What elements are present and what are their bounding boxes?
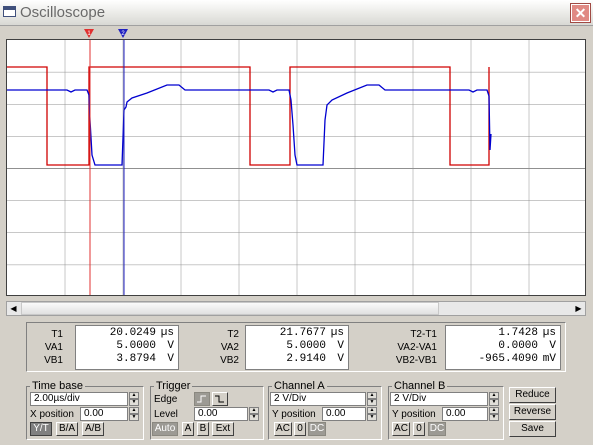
channel-b-ac-button[interactable]: AC <box>392 422 410 436</box>
xpos-label: X position <box>30 409 74 420</box>
va1-unit: V <box>167 340 174 352</box>
yt-mode-button[interactable]: Y/T <box>30 422 52 436</box>
vb2-unit: V <box>337 353 344 365</box>
cursor-t2-handle[interactable]: 2 <box>118 29 128 39</box>
vb-diff-value: -965.4090 <box>478 353 538 365</box>
reverse-button[interactable]: Reverse <box>509 404 556 420</box>
trigger-group: Trigger Edge Level 0.00 ▲ ▼ Auto A B Ext <box>150 380 264 440</box>
va-diff-unit: V <box>549 340 556 352</box>
channel-a-ypos-spinner[interactable]: ▲ ▼ <box>367 407 377 421</box>
trigger-auto-button[interactable]: Auto <box>152 422 178 436</box>
channel-b-ypos-field[interactable]: 0.00 <box>442 407 488 421</box>
t1-time-unit: µs <box>160 327 174 339</box>
edge-label: Edge <box>154 394 178 405</box>
xpos-spinner[interactable]: ▲ ▼ <box>129 407 139 421</box>
trigger-b-button[interactable]: B <box>197 422 209 436</box>
diff-time-unit: µs <box>542 327 556 339</box>
diff-time: 1.7428 <box>498 327 538 339</box>
diff-label: T2-T1 <box>410 329 437 340</box>
va1-label: VA1 <box>44 342 63 353</box>
trigger-ext-button[interactable]: Ext <box>212 422 234 436</box>
t2-time-unit: µs <box>330 327 344 339</box>
channel-b-zero-button[interactable]: 0 <box>413 422 425 436</box>
channel-a-scale-spinner[interactable]: ▲ ▼ <box>367 392 377 406</box>
timebase-scale-field[interactable]: 2.00µs/div <box>30 392 128 406</box>
timebase-title: Time base <box>30 380 85 392</box>
vb1-value: 3.8794 <box>116 353 156 365</box>
oscilloscope-screen[interactable] <box>6 39 586 296</box>
window-title: Oscilloscope <box>20 4 106 21</box>
ba-mode-button[interactable]: B/A <box>56 422 78 436</box>
vb-diff-unit: mV <box>542 353 556 365</box>
window-icon <box>3 6 16 17</box>
channel-b-ypos-spinner[interactable]: ▲ ▼ <box>489 407 499 421</box>
timebase-group: Time base 2.00µs/div ▲ ▼ X position 0.00 … <box>26 380 144 440</box>
t1-time: 20.0249 <box>109 327 156 339</box>
trigger-a-button[interactable]: A <box>182 422 194 436</box>
va-diff-label: VA2-VA1 <box>397 342 437 353</box>
channel-b-scale-spinner[interactable]: ▲ ▼ <box>489 392 499 406</box>
cursor-t1-handle[interactable]: 1 <box>84 29 94 39</box>
rising-edge-icon[interactable] <box>194 392 210 406</box>
channel-a-waveform <box>7 66 490 166</box>
falling-edge-icon[interactable] <box>212 392 228 406</box>
channel-b-scale-field[interactable]: 2 V/Div <box>390 392 488 406</box>
channel-a-zero-button[interactable]: 0 <box>294 422 306 436</box>
trigger-level-spinner[interactable]: ▲ ▼ <box>249 407 259 421</box>
measurement-readout: T1 VA1 VB1 20.0249 µs 5.0000 V 3.8794 V … <box>26 322 566 372</box>
channel-b-dc-button[interactable]: DC <box>428 422 446 436</box>
channel-a-ac-button[interactable]: AC <box>274 422 292 436</box>
t2-time: 21.7677 <box>279 327 326 339</box>
reduce-button[interactable]: Reduce <box>509 387 556 403</box>
diff-values: 1.7428 µs 0.0000 V -965.4090 mV <box>445 325 561 370</box>
channel-a-group: Channel A 2 V/Div ▲ ▼ Y position 0.00 ▲ ▼ … <box>268 380 382 440</box>
save-button[interactable]: Save <box>509 421 556 437</box>
timebase-spinner[interactable]: ▲ ▼ <box>129 392 139 406</box>
vb-diff-label: VB2-VB1 <box>395 355 437 366</box>
xpos-field[interactable]: 0.00 <box>80 407 128 421</box>
va2-value: 5.0000 <box>286 340 326 352</box>
channel-a-scale-field[interactable]: 2 V/Div <box>270 392 366 406</box>
scroll-right-arrow-icon[interactable]: ▶ <box>572 302 585 315</box>
t1-values: 20.0249 µs 5.0000 V 3.8794 V <box>75 325 179 370</box>
vb2-value: 2.9140 <box>286 353 326 365</box>
vb2-label: VB2 <box>220 355 239 366</box>
channel-b-title: Channel B <box>392 380 448 392</box>
t2-values: 21.7677 µs 5.0000 V 2.9140 V <box>245 325 349 370</box>
scope-plot <box>7 40 585 295</box>
close-button[interactable]: ✕ <box>571 4 590 22</box>
channel-a-ypos-field[interactable]: 0.00 <box>322 407 366 421</box>
channel-a-dc-button[interactable]: DC <box>308 422 326 436</box>
trigger-level-field[interactable]: 0.00 <box>194 407 248 421</box>
va1-value: 5.0000 <box>116 340 156 352</box>
channel-a-title: Channel A <box>272 380 327 392</box>
scrollbar-thumb[interactable] <box>21 302 439 315</box>
horizontal-scrollbar[interactable]: ◀ ▶ <box>6 301 586 316</box>
channel-a-ypos-label: Y position <box>272 409 316 420</box>
ab-mode-button[interactable]: A/B <box>82 422 104 436</box>
t1-label: T1 <box>51 329 63 340</box>
channel-b-ypos-label: Y position <box>392 409 436 420</box>
vb1-label: VB1 <box>44 355 63 366</box>
va2-unit: V <box>337 340 344 352</box>
title-bar: Oscilloscope ✕ <box>0 0 593 26</box>
vb1-unit: V <box>167 353 174 365</box>
scroll-left-arrow-icon[interactable]: ◀ <box>7 302 20 315</box>
trigger-title: Trigger <box>154 380 193 392</box>
channel-b-group: Channel B 2 V/Div ▲ ▼ Y position 0.00 ▲ ▼ … <box>388 380 504 440</box>
level-label: Level <box>154 409 178 420</box>
scope-grid <box>7 40 585 295</box>
va2-label: VA2 <box>220 342 239 353</box>
va-diff-value: 0.0000 <box>498 340 538 352</box>
t2-label: T2 <box>227 329 239 340</box>
channel-b-waveform <box>7 84 492 166</box>
